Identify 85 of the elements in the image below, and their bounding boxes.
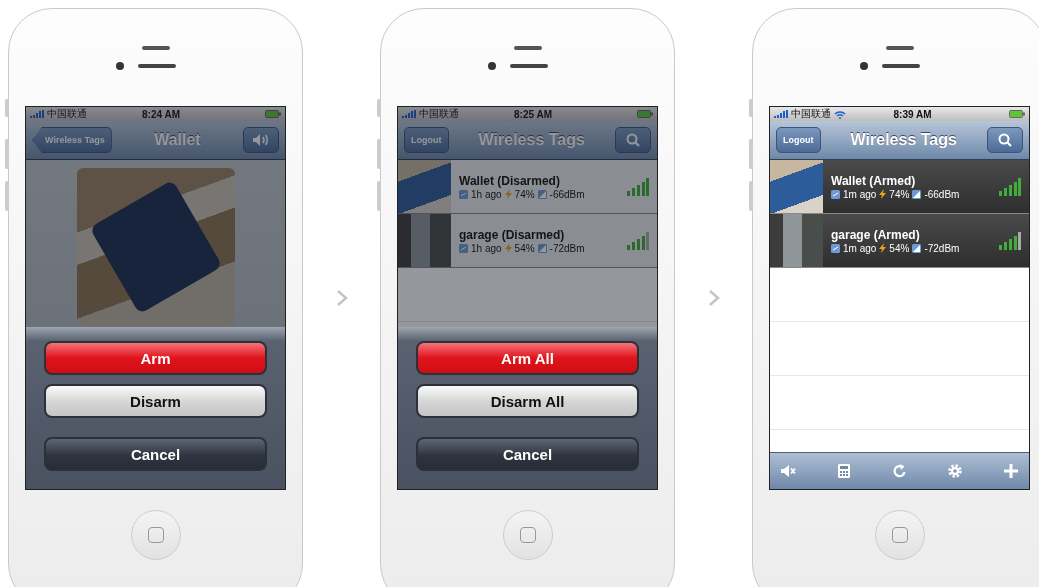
logout-button[interactable]: Logout: [776, 127, 821, 153]
search-button[interactable]: [987, 127, 1023, 153]
home-button[interactable]: [130, 510, 181, 560]
signal-bars-icon: [999, 177, 1021, 196]
carrier-name: 中国联通: [791, 107, 831, 121]
status-time: 8:39 AM: [892, 108, 933, 120]
tag-name: garage (Disarmed): [459, 227, 566, 242]
signal-strength-icon: [912, 189, 922, 199]
earpiece-slot: [513, 45, 542, 50]
tag-row[interactable]: Wallet (Armed) 1m ago 74% -66dBm: [770, 160, 1029, 214]
camera-lens: [487, 61, 496, 70]
photo-placeholder: [770, 160, 823, 213]
update-age: 1m ago: [843, 242, 877, 254]
calculator-icon[interactable]: [835, 463, 852, 479]
home-button[interactable]: [874, 510, 925, 560]
logout-button[interactable]: Logout: [404, 127, 449, 153]
add-icon[interactable]: [1003, 463, 1019, 479]
speaker-slot: [137, 63, 176, 68]
earpiece-slot: [141, 45, 170, 50]
settings-icon[interactable]: [947, 463, 964, 479]
battery-level: 74%: [889, 188, 910, 200]
carrier-name: 中国联通: [419, 107, 459, 121]
lightning-icon: [504, 189, 512, 199]
signal-bars-icon: [627, 231, 649, 250]
nav-title: Wireless Tags: [850, 131, 957, 149]
signal-strength-icon: [537, 189, 547, 199]
signal-bars-icon: [999, 231, 1021, 250]
search-button[interactable]: [615, 127, 651, 153]
nav-title: Wallet: [154, 131, 201, 149]
speaker-button[interactable]: [243, 127, 279, 153]
update-age: 1h ago: [471, 188, 502, 200]
signal-strength: -72dBm: [924, 242, 960, 254]
battery-icon: [265, 110, 281, 118]
status-time: 8:24 AM: [141, 108, 181, 120]
arm-button[interactable]: Arm All: [416, 341, 639, 375]
tag-name: Wallet (Armed): [831, 173, 917, 188]
lightning-icon: [504, 243, 512, 253]
update-age: 1m ago: [843, 188, 877, 200]
search-icon: [998, 133, 1012, 147]
cancel-button[interactable]: Cancel: [44, 437, 267, 471]
home-button[interactable]: [502, 510, 553, 560]
battery-level: 74%: [514, 188, 535, 200]
photo-placeholder: [398, 160, 451, 213]
signal-strength: -66dBm: [924, 188, 960, 200]
signal-strength: -72dBm: [549, 242, 585, 254]
tag-row[interactable]: garage (Armed) 1m ago 54% -72dBm: [770, 214, 1029, 268]
speaker-icon: [252, 133, 270, 147]
tag-name: garage (Armed): [831, 227, 921, 242]
tag-row[interactable]: Wallet (Disarmed) 1h ago 74% -66dBm: [398, 160, 657, 214]
chevron-icon: [707, 289, 720, 307]
tag-row[interactable]: garage (Disarmed) 1h ago 54% -72dBm: [398, 214, 657, 268]
signal-strength-icon: [912, 243, 922, 253]
lightning-icon: [879, 189, 887, 199]
nav-title: Wireless Tags: [478, 131, 585, 149]
chevron-icon: [335, 289, 348, 307]
back-button[interactable]: Wireless Tags: [32, 127, 112, 153]
disarm-button[interactable]: Disarm: [44, 384, 267, 418]
earpiece-slot: [885, 45, 914, 50]
update-age: 1h ago: [471, 242, 502, 254]
mute-icon[interactable]: [780, 463, 796, 479]
carrier-name: 中国联通: [47, 107, 87, 121]
disarm-button[interactable]: Disarm All: [416, 384, 639, 418]
lightning-icon: [879, 243, 887, 253]
battery-icon: [1009, 110, 1025, 118]
search-icon: [626, 133, 640, 147]
speaker-slot: [881, 63, 920, 68]
arm-button[interactable]: Arm: [44, 341, 267, 375]
signal-icon: [402, 110, 416, 118]
signal-icon: [30, 110, 44, 118]
speaker-slot: [509, 63, 548, 68]
camera-lens: [115, 61, 124, 70]
signal-strength: -66dBm: [549, 188, 585, 200]
cancel-button[interactable]: Cancel: [416, 437, 639, 471]
photo-placeholder: [770, 214, 823, 267]
photo-placeholder: [398, 214, 451, 267]
status-time: 8:25 AM: [513, 108, 553, 120]
tag-name: Wallet (Disarmed): [459, 173, 561, 188]
battery-level: 54%: [889, 242, 910, 254]
signal-bars-icon: [627, 177, 649, 196]
camera-lens: [859, 61, 868, 70]
signal-icon: [774, 110, 788, 118]
battery-level: 54%: [514, 242, 535, 254]
refresh-icon[interactable]: [891, 463, 908, 479]
signal-strength-icon: [537, 243, 547, 253]
battery-icon: [637, 110, 653, 118]
